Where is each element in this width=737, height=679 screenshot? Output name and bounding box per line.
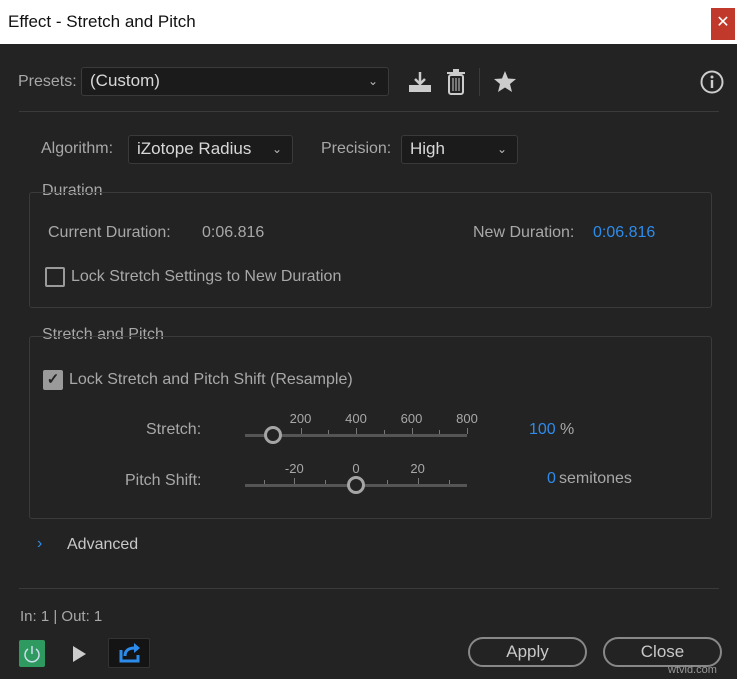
precision-value: High [410,139,445,158]
lock-resample-checkbox[interactable]: ✓ [43,370,63,390]
lock-resample-label: Lock Stretch and Pitch Shift (Resample) [69,371,353,388]
current-duration-value: 0:06.816 [202,224,265,241]
delete-preset-icon[interactable] [446,69,466,95]
power-icon [24,646,40,663]
slider-thumb[interactable] [347,476,365,494]
save-preset-icon[interactable] [407,70,433,94]
slider-tick-label: 600 [400,411,423,426]
pitch-slider[interactable]: -20 0 20 [245,461,467,494]
slider-tick [263,480,265,484]
slider-tick [448,480,450,484]
apply-button[interactable]: Apply [468,637,587,667]
title-bar: Effect - Stretch and Pitch ✕ [0,0,737,44]
pitch-label: Pitch Shift: [125,472,202,489]
info-icon[interactable] [700,70,724,94]
slider-tick [328,430,330,434]
slider-tick-label: 400 [345,411,367,426]
slider-tick [417,478,419,484]
favorite-star-icon[interactable] [493,70,517,92]
slider-tick [411,428,413,434]
stretch-slider[interactable]: 200 400 600 800 [245,411,478,444]
slider-tick [300,428,302,434]
slider-tick-label: 200 [289,411,312,426]
lock-duration-checkbox[interactable] [45,267,65,287]
play-icon[interactable] [71,645,87,663]
stretch-label: Stretch: [146,421,202,438]
window-title: Effect - Stretch and Pitch [8,12,196,31]
chevron-down-icon: ⌄ [271,142,282,156]
stretch-pitch-group [29,336,712,519]
slider-tick-label: 0 [352,461,360,476]
slider-tick [356,428,357,434]
pitch-value[interactable]: 0 [547,470,556,488]
slider-tick [467,428,468,434]
duration-group [29,192,712,308]
pitch-unit: semitones [559,470,632,487]
chevron-right-icon[interactable]: › [37,535,42,553]
chevron-down-icon: ⌄ [367,74,378,88]
presets-label: Presets: [18,73,77,90]
watermark: wtvid.com [668,664,717,676]
loop-export-button[interactable] [108,638,150,668]
algorithm-label: Algorithm: [41,140,114,157]
slider-tick [439,430,441,434]
divider [19,588,719,589]
divider [19,111,719,112]
power-toggle-button[interactable] [19,640,45,667]
close-button[interactable]: Close [603,637,722,667]
toolbar-divider [479,68,480,96]
chevron-down-icon: ⌄ [496,142,507,156]
slider-tick [294,478,296,484]
slider-tick [386,480,388,484]
presets-value: (Custom) [90,71,160,90]
precision-label: Precision: [321,140,392,157]
export-icon [119,643,140,663]
precision-dropdown[interactable]: High ⌄ [401,135,518,164]
new-duration-label: New Duration: [473,224,575,241]
slider-tick-label: 20 [410,461,425,476]
new-duration-value[interactable]: 0:06.816 [593,224,655,242]
advanced-toggle[interactable]: Advanced [67,536,138,554]
io-info: In: 1 | Out: 1 [20,608,103,625]
algorithm-value: iZotope Radius [137,139,252,158]
slider-tick [325,480,327,484]
current-duration-label: Current Duration: [48,224,171,241]
slider-tick-label: 800 [456,411,478,426]
algorithm-dropdown[interactable]: iZotope Radius ⌄ [128,135,293,164]
slider-thumb[interactable] [263,426,282,444]
presets-dropdown[interactable]: (Custom) ⌄ [81,67,389,96]
slider-tick [383,430,385,434]
slider-tick-label: -20 [284,461,304,476]
close-window-button[interactable]: ✕ [711,8,735,40]
stretch-unit: % [560,421,575,438]
lock-duration-label: Lock Stretch Settings to New Duration [71,268,342,285]
stretch-value[interactable]: 100 [529,421,556,439]
